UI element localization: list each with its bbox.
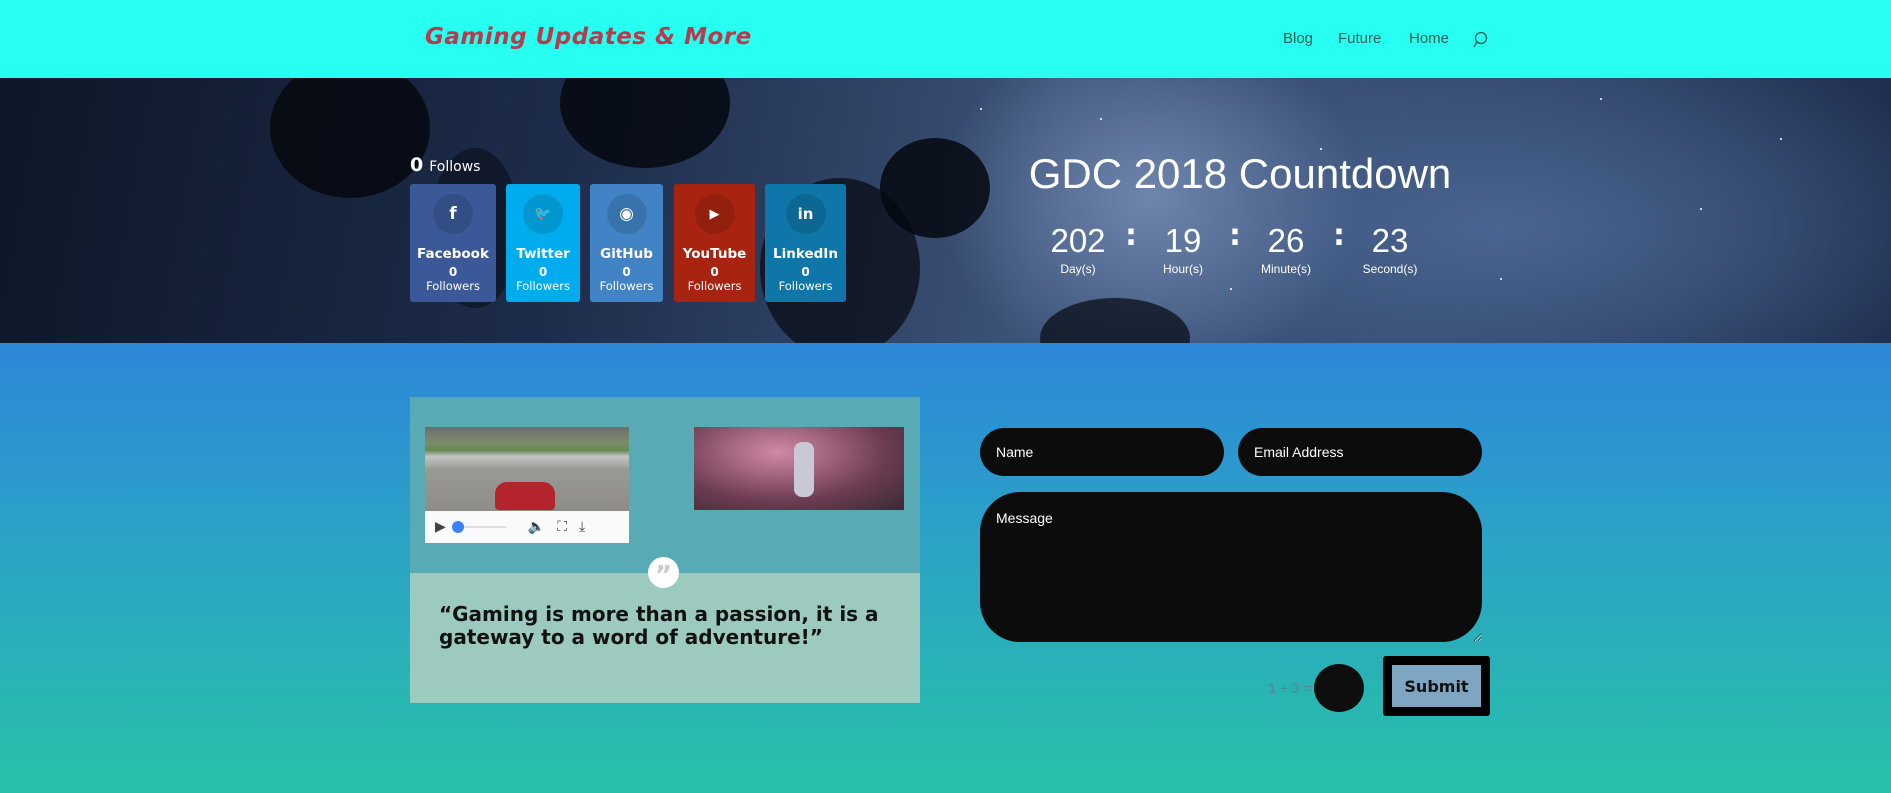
countdown-seconds: 23 (1371, 222, 1409, 259)
social-name: LinkedIn (773, 246, 838, 262)
search-icon[interactable] (1472, 31, 1488, 53)
quote-icon: ” (648, 557, 679, 591)
social-name: GitHub (600, 246, 653, 262)
facebook-icon: f (433, 194, 473, 234)
game-screenshot (694, 427, 904, 510)
fullscreen-icon[interactable]: ⛶ (557, 519, 567, 535)
email-input[interactable] (1238, 428, 1482, 476)
name-input[interactable] (980, 428, 1224, 476)
countdown-title: GDC 2018 Countdown (1028, 150, 1452, 197)
nav-future[interactable]: Future (1338, 30, 1381, 47)
social-label: Followers (599, 279, 654, 293)
social-linkedin[interactable]: in LinkedIn 0 Followers (765, 184, 846, 302)
download-icon[interactable]: ⤓ (579, 519, 585, 535)
quote-text: “Gaming is more than a passion, it is a … (439, 602, 879, 649)
captcha-input[interactable] (1314, 664, 1364, 712)
countdown-days-label: Day(s) (1060, 262, 1096, 276)
social-count: 0 (710, 265, 719, 279)
social-github[interactable]: ◉ GitHub 0 Followers (590, 184, 663, 302)
countdown-hours: 19 (1164, 222, 1202, 259)
play-icon[interactable]: ▶ (435, 519, 446, 535)
hero-banner (0, 78, 1891, 343)
nav-home[interactable]: Home (1409, 30, 1449, 47)
video-player[interactable]: ▶ 🔈 ⛶ ⤓ (425, 427, 629, 543)
social-name: Twitter (516, 246, 570, 262)
github-icon: ◉ (606, 194, 647, 234)
social-label: Followers (426, 279, 480, 293)
countdown-seconds-label: Second(s) (1362, 262, 1418, 276)
social-name: Facebook (417, 246, 489, 262)
youtube-icon: ▶ (694, 194, 735, 234)
follows-total: 0 Follows (410, 154, 481, 176)
social-youtube[interactable]: ▶ YouTube 0 Followers (674, 184, 755, 302)
countdown-minutes: 26 (1267, 222, 1305, 259)
nav-blog[interactable]: Blog (1283, 30, 1313, 47)
linkedin-icon: in (785, 194, 826, 234)
social-facebook[interactable]: f Facebook 0 Followers (410, 184, 496, 302)
social-count: 0 (538, 265, 548, 279)
countdown-days: 202 (1050, 222, 1106, 259)
countdown-hours-label: Hour(s) (1162, 262, 1203, 276)
social-count: 0 (622, 265, 631, 279)
site-logo[interactable]: Gaming Updates & More (425, 24, 752, 50)
twitter-icon: 🐦 (523, 194, 563, 234)
social-label: Followers (778, 279, 833, 293)
social-label: Followers (516, 279, 570, 293)
countdown-minutes-label: Minute(s) (1260, 262, 1311, 276)
social-count: 0 (801, 265, 810, 279)
video-frame[interactable] (425, 427, 629, 511)
seek-slider[interactable] (451, 521, 506, 533)
social-twitter[interactable]: 🐦 Twitter 0 Followers (506, 184, 580, 302)
site-header: Gaming Updates & More Blog Future Home (0, 0, 1891, 78)
social-count: 0 (448, 265, 458, 279)
captcha-question: 1 + 3 = (1268, 680, 1312, 696)
message-input[interactable] (980, 492, 1482, 642)
volume-icon[interactable]: 🔈 (528, 519, 545, 535)
social-name: YouTube (682, 246, 747, 262)
submit-button[interactable]: Submit (1383, 656, 1490, 716)
social-label: Followers (687, 279, 742, 293)
